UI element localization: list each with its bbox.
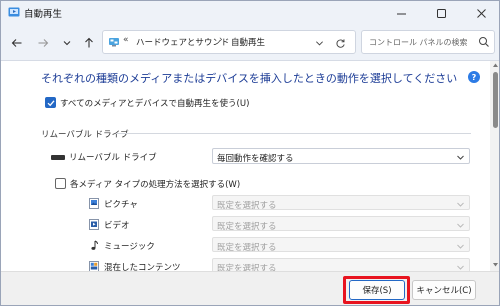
search-input[interactable]: コントロール パネルの検索 — [361, 30, 495, 54]
per-media-checkbox[interactable] — [55, 178, 66, 189]
media-type-label: ミュージック — [104, 242, 155, 252]
chevron-down-icon — [63, 41, 71, 46]
search-icon — [479, 37, 489, 47]
save-button[interactable]: 保存(S) — [349, 280, 405, 300]
music-selected: 既定を選択する — [217, 243, 277, 253]
control-panel-icon — [109, 38, 119, 47]
mixed-content-selected: 既定を選択する — [217, 264, 277, 271]
cancel-button[interactable]: キャンセル(C) — [412, 280, 476, 300]
music-icon — [91, 240, 98, 250]
arrow-up-icon — [85, 37, 93, 48]
minimize-button[interactable] — [381, 1, 421, 25]
search-placeholder: コントロール パネルの検索 — [369, 38, 468, 47]
dialog-footer: 保存(S) キャンセル(C) — [1, 271, 499, 305]
navigation-bar: « ハードウェアとサウンド › 自動再生 コントロール パネルの検索 — [1, 25, 499, 61]
video-selected: 既定を選択する — [217, 222, 277, 232]
up-button[interactable] — [79, 33, 99, 53]
help-icon[interactable]: ? — [468, 71, 480, 83]
arrow-right-icon — [38, 39, 49, 47]
scroll-down-icon[interactable] — [492, 261, 499, 268]
use-autoplay-label[interactable]: すべてのメディアとデバイスで自動再生を使う(U) — [60, 97, 249, 109]
breadcrumb-overflow[interactable]: « — [123, 35, 129, 45]
breadcrumb-hardware-sound[interactable]: ハードウェアとサウンド — [136, 36, 229, 48]
scroll-thumb[interactable] — [493, 72, 498, 128]
forward-button[interactable] — [33, 33, 53, 53]
media-type-label: ピクチャ — [104, 200, 138, 210]
page-heading: それぞれの種類のメディアまたはデバイスを挿入したときの動作を選択してください — [41, 72, 458, 85]
arrow-left-icon — [11, 39, 22, 47]
removable-drive-selected: 毎回動作を確認する — [217, 154, 294, 164]
media-type-label: 混在したコンテンツ — [104, 263, 181, 271]
removable-drive-select[interactable]: 毎回動作を確認する — [212, 148, 470, 164]
chevron-down-icon — [457, 265, 464, 270]
minimize-icon — [396, 13, 406, 14]
chevron-down-icon — [457, 223, 464, 228]
window-title: 自動再生 — [24, 9, 63, 20]
close-icon — [476, 8, 486, 18]
maximize-icon — [436, 8, 446, 18]
video-select[interactable]: 既定を選択する — [212, 216, 470, 232]
pictures-selected: 既定を選択する — [217, 201, 277, 211]
chevron-down-icon — [315, 40, 323, 45]
removable-drive-label: リムーバブル ドライブ — [69, 153, 157, 163]
vertical-scrollbar[interactable] — [490, 61, 499, 271]
chevron-down-icon — [457, 202, 464, 207]
music-select[interactable]: 既定を選択する — [212, 237, 470, 253]
refresh-icon — [335, 38, 345, 48]
address-bar[interactable]: « ハードウェアとサウンド › 自動再生 — [102, 30, 356, 54]
address-history-button[interactable] — [312, 36, 326, 50]
title-bar: 自動再生 — [1, 1, 499, 25]
autoplay-app-icon — [8, 7, 20, 17]
chevron-down-icon — [457, 155, 464, 160]
close-button[interactable] — [461, 1, 499, 25]
autoplay-window: 自動再生 « ハードウェアとサウンド › 自動再生 コントロール パネルの検索 … — [0, 0, 500, 306]
video-icon — [89, 219, 99, 230]
per-media-label[interactable]: 各メディア タイプの処理方法を選択する(W) — [70, 178, 240, 190]
removable-section-title: リムーバブル ドライブ — [41, 130, 129, 140]
mixed-content-icon — [89, 261, 99, 271]
mixed-content-select[interactable]: 既定を選択する — [212, 258, 470, 271]
breadcrumb-separator[interactable]: › — [219, 35, 223, 45]
scroll-up-icon[interactable] — [492, 62, 499, 69]
picture-icon — [89, 198, 99, 209]
removable-drive-icon — [51, 155, 65, 160]
main-content: それぞれの種類のメディアまたはデバイスを挿入したときの動作を選択してください ?… — [1, 61, 491, 271]
section-divider — [116, 133, 471, 134]
media-type-label: ビデオ — [104, 221, 130, 231]
pictures-select[interactable]: 既定を選択する — [212, 195, 470, 211]
checkmark-icon — [47, 100, 55, 107]
breadcrumb-autoplay[interactable]: 自動再生 — [231, 36, 265, 48]
use-autoplay-checkbox[interactable] — [45, 97, 56, 108]
back-button[interactable] — [7, 33, 27, 53]
chevron-down-icon — [457, 244, 464, 249]
maximize-button[interactable] — [421, 1, 461, 25]
recent-locations-button[interactable] — [57, 33, 77, 53]
refresh-button[interactable] — [332, 35, 348, 51]
